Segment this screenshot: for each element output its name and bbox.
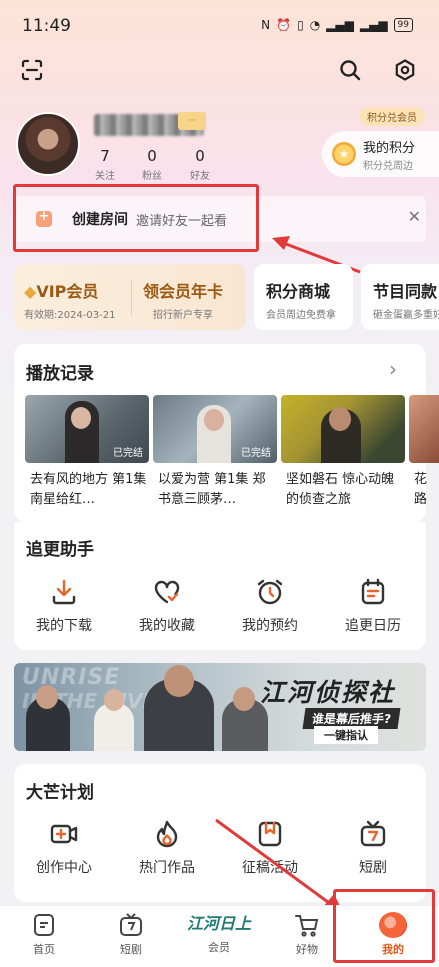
points-title: 我的积分 — [363, 140, 416, 156]
stat-following[interactable]: 7 关注 — [87, 147, 123, 182]
history-thumb-3[interactable] — [281, 395, 405, 463]
history-item-title-1[interactable]: 去有风的地方 第1集 南星给红… — [30, 470, 150, 510]
stat-friends-label: 好友 — [190, 171, 210, 182]
nav-goods[interactable]: 好物 — [272, 912, 342, 957]
home-icon — [34, 914, 54, 936]
tool-hot-works-label: 热门作品 — [139, 860, 195, 876]
helper-title: 追更助手 — [26, 540, 94, 560]
vibrate-icon: ▯ — [297, 18, 304, 32]
annotation-highlight-mine — [333, 889, 435, 963]
nav-home-label: 首页 — [33, 943, 55, 956]
banner-figure — [164, 665, 194, 697]
vip-diamond-icon: ◆ — [24, 282, 37, 301]
member-logo: 江河日上 — [186, 914, 251, 933]
points-exchange-tag[interactable]: 积分兑会员 — [359, 107, 425, 126]
tool-calendar-label: 追更日历 — [345, 618, 401, 634]
search-icon[interactable] — [334, 54, 366, 86]
nav-member-label: 会员 — [208, 941, 230, 954]
status-icons: N ⏰ ▯ ◔ ▂▄▆ ▂▄▆ 99 — [261, 18, 413, 32]
annotation-highlight-room — [13, 184, 259, 252]
promo-banner[interactable]: UNRISE IN THE RIVER 江河侦探社 谁是幕后推手? 一键指认 — [14, 663, 426, 751]
close-icon[interactable]: ✕ — [408, 207, 421, 226]
tv-icon — [360, 820, 386, 847]
nfc-icon: N — [261, 18, 271, 32]
tool-favorites[interactable]: 我的收藏 — [122, 577, 212, 635]
heart-icon — [154, 580, 180, 604]
divider — [131, 280, 132, 316]
nav-short-drama[interactable]: 短剧 — [96, 912, 166, 957]
mango-plan-title: 大芒计划 — [26, 783, 94, 803]
tool-creator-center[interactable]: 创作中心 — [19, 819, 109, 877]
history-item-title-4[interactable]: 花路 — [414, 470, 428, 510]
status-time: 11:49 — [22, 16, 71, 36]
tool-reservations-label: 我的预约 — [242, 618, 298, 634]
flame-icon — [156, 820, 178, 848]
stat-following-value: 7 — [100, 147, 110, 165]
vip-expiry: 有效期:2024-03-21 — [24, 310, 116, 321]
tool-calendar[interactable]: 追更日历 — [328, 577, 418, 635]
nav-member[interactable]: 江河日上 会员 — [184, 912, 254, 955]
signal-icon: ▂▄▆ — [326, 18, 354, 32]
cart-icon — [295, 915, 319, 937]
stat-fans[interactable]: 0 粉丝 — [134, 147, 170, 182]
history-tag-1: 已完结 — [113, 448, 143, 459]
tool-download[interactable]: 我的下载 — [19, 577, 109, 635]
nav-goods-label: 好物 — [296, 943, 318, 956]
history-thumb-1[interactable]: 已完结 — [25, 395, 149, 463]
history-title[interactable]: 播放记录 — [26, 359, 94, 384]
tool-download-label: 我的下载 — [36, 618, 92, 634]
show-items-sub: 砸金蛋赢多重好 — [373, 310, 439, 321]
stat-friends-value: 0 — [195, 147, 205, 165]
history-tag-2: 已完结 — [241, 448, 271, 459]
tv-icon — [120, 913, 142, 936]
points-mall-card[interactable]: 积分商城 会员周边免费拿 — [254, 264, 353, 330]
points-subtitle: 积分兑周边 — [363, 160, 413, 172]
banner-figure — [104, 689, 124, 711]
nav-home[interactable]: 首页 — [9, 912, 79, 957]
tool-hot-works[interactable]: 热门作品 — [122, 819, 212, 877]
show-items-card[interactable]: 节目同款 砸金蛋赢多重好 — [361, 264, 439, 330]
nav-short-drama-label: 短剧 — [120, 943, 142, 956]
vip-level-badge: ··· — [178, 112, 206, 130]
tool-creator-center-label: 创作中心 — [36, 860, 92, 876]
scan-icon[interactable] — [16, 54, 48, 86]
vip-title: VIP会员 — [36, 282, 99, 301]
annual-card-title: 领会员年卡 — [143, 282, 224, 301]
history-item-title-2[interactable]: 以爱为营 第1集 郑书意三顾茅… — [158, 470, 278, 510]
chevron-right-icon[interactable]: › — [389, 357, 397, 381]
battery-icon: 99 — [393, 18, 413, 32]
vip-card[interactable]: ◆VIP会员 有效期:2024-03-21 — [24, 278, 115, 321]
video-plus-icon — [50, 824, 78, 844]
banner-title: 江河侦探社 — [260, 678, 396, 707]
annual-card[interactable]: 领会员年卡 招行新户专享 — [143, 278, 223, 321]
avatar[interactable] — [16, 112, 80, 176]
banner-bg-text-1: UNRISE — [22, 665, 121, 690]
star-coin-icon: ★ — [332, 142, 356, 166]
banner-cta[interactable]: 一键指认 — [314, 726, 378, 744]
tool-reservations[interactable]: 我的预约 — [225, 577, 315, 635]
points-mall-title: 积分商城 — [266, 282, 331, 301]
alarm-status-icon: ⏰ — [276, 18, 292, 32]
wifi-icon: ◔ — [309, 18, 321, 32]
banner-figure — [233, 687, 255, 711]
history-thumb-4[interactable] — [409, 395, 439, 463]
points-mall-sub: 会员周边免费拿 — [266, 310, 336, 321]
stat-fans-label: 粉丝 — [142, 171, 162, 182]
download-icon — [52, 579, 76, 605]
stat-friends[interactable]: 0 好友 — [182, 147, 218, 182]
my-points-card[interactable]: ★ 我的积分 积分兑周边 — [322, 131, 439, 177]
calendar-icon — [361, 578, 385, 605]
alarm-icon — [257, 579, 283, 605]
annual-card-sub: 招行新户专享 — [153, 310, 213, 321]
banner-figure — [36, 685, 58, 709]
stat-following-label: 关注 — [95, 171, 115, 182]
history-item-title-3[interactable]: 坚如磐石 惊心动魄的侦查之旅 — [286, 470, 404, 510]
stat-fans-value: 0 — [147, 147, 157, 165]
history-thumb-2[interactable]: 已完结 — [153, 395, 277, 463]
signal-icon-2: ▂▄▆ — [359, 18, 388, 32]
show-items-title: 节目同款 — [373, 282, 438, 301]
tool-favorites-label: 我的收藏 — [139, 618, 195, 634]
settings-icon[interactable] — [389, 54, 421, 86]
